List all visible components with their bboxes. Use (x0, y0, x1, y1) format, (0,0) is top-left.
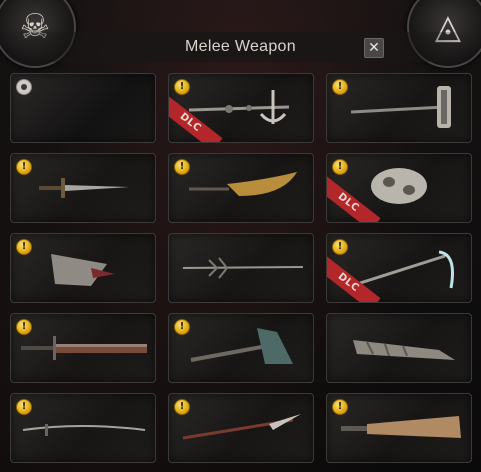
gold-coin-icon: ! (174, 399, 190, 415)
thin-katana-icon (22, 424, 146, 436)
selected-radio-icon[interactable] (16, 79, 32, 95)
dialog-header: Melee Weapon ✕ (0, 32, 481, 62)
spiked-rapier-icon (182, 257, 304, 279)
gold-coin-icon: ! (174, 159, 190, 175)
gold-coin-icon: ! (16, 159, 32, 175)
gold-coin-icon: ! (16, 319, 32, 335)
claw-blade-icon (353, 340, 455, 360)
weapon-slot[interactable]: ! (168, 153, 314, 223)
gold-coin-icon: ! (174, 319, 190, 335)
weapon-slot[interactable]: ! DLC (326, 153, 472, 223)
claw-gauntlet-icon (51, 254, 115, 286)
spear-blade-icon (182, 414, 301, 440)
weapon-slot[interactable]: ! (10, 233, 156, 303)
weapon-slot[interactable] (168, 233, 314, 303)
weapon-slot-empty[interactable] (10, 73, 156, 143)
weapon-slot[interactable]: ! DLC (168, 73, 314, 143)
curved-blade-icon (189, 172, 297, 196)
weapon-slot[interactable]: ! (168, 313, 314, 383)
gold-coin-icon: ! (16, 239, 32, 255)
axe-icon (190, 328, 293, 364)
dialog-title: Melee Weapon (185, 38, 296, 55)
gold-coin-icon: ! (332, 159, 348, 175)
sword-icon (39, 178, 129, 198)
weapon-slot[interactable]: ! (10, 393, 156, 463)
bone-greatsword-icon (341, 416, 461, 438)
greatsword-icon (21, 336, 147, 360)
weapon-slot[interactable]: ! (168, 393, 314, 463)
weapon-slot[interactable]: ! (326, 393, 472, 463)
weapon-slot[interactable]: ! DLC (326, 233, 472, 303)
gold-coin-icon: ! (332, 399, 348, 415)
weapon-slot[interactable]: ! (10, 153, 156, 223)
weapon-grid: ! DLC ! ! ! ! DLC ! ! DLC ! ! ! ! ! (10, 73, 472, 463)
weapon-slot[interactable]: ! (326, 73, 472, 143)
close-button[interactable]: ✕ (364, 38, 384, 58)
gold-coin-icon: ! (16, 399, 32, 415)
gold-coin-icon: ! (332, 239, 348, 255)
weapon-slot[interactable] (326, 313, 472, 383)
gold-coin-icon: ! (174, 79, 190, 95)
gold-coin-icon: ! (332, 79, 348, 95)
halberd-icon (350, 86, 451, 128)
weapon-slot[interactable]: ! (10, 313, 156, 383)
